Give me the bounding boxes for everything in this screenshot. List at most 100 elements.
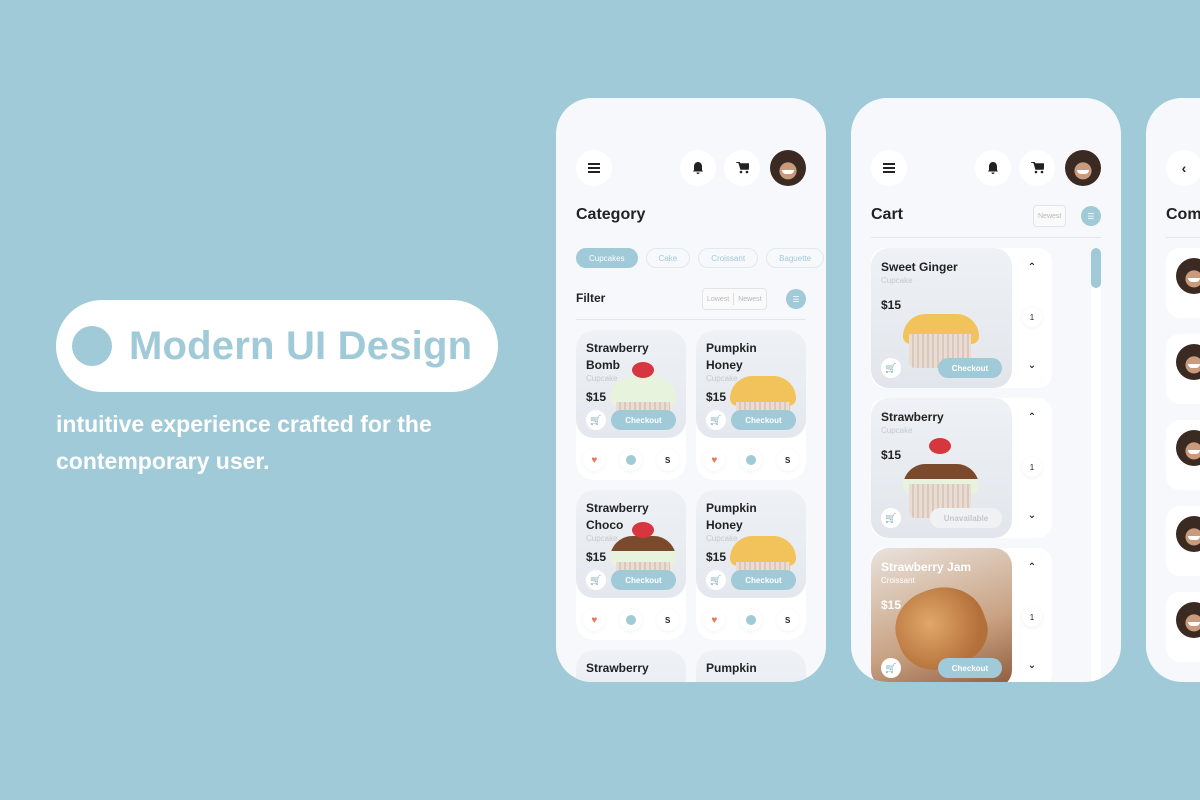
chip-baguette[interactable]: Baguette bbox=[766, 248, 825, 268]
unavailable-button[interactable]: Unavailable bbox=[930, 508, 1002, 528]
checkout-button[interactable]: Checkout bbox=[938, 658, 1002, 678]
chevron-down-icon[interactable]: ⌄ bbox=[1012, 660, 1052, 671]
product-name: Strawberry Choco bbox=[586, 501, 649, 532]
notifications-button[interactable] bbox=[975, 150, 1011, 186]
cart-icon: 🛒 bbox=[710, 574, 722, 585]
cart-item: Strawberry Jam Croissant $15 🛒 Checkout … bbox=[871, 548, 1052, 682]
size-option[interactable]: S bbox=[776, 449, 799, 471]
chevron-down-icon[interactable]: ⌄ bbox=[1012, 360, 1052, 371]
heart-icon: ♥ bbox=[711, 614, 718, 626]
cart-item-button[interactable]: 🛒 bbox=[881, 658, 901, 678]
color-dot-icon bbox=[625, 455, 636, 465]
cart-icon: 🛒 bbox=[885, 662, 897, 673]
phone-comments-screen: ‹ Com bbox=[1146, 98, 1200, 682]
sort-toggle: Lowest Newest bbox=[702, 288, 767, 310]
menu-button[interactable] bbox=[576, 150, 612, 186]
commenter-avatar bbox=[1176, 344, 1200, 380]
chip-croissant[interactable]: Croissant bbox=[698, 248, 759, 268]
favorite-button[interactable]: ♥ bbox=[703, 449, 726, 471]
comment-card bbox=[1166, 248, 1200, 318]
product-name: Strawberry bbox=[586, 661, 649, 675]
favorite-button[interactable]: ♥ bbox=[703, 609, 726, 631]
chevron-down-icon[interactable]: ⌄ bbox=[1012, 510, 1052, 521]
cart-icon: 🛒 bbox=[710, 414, 722, 425]
color-option[interactable] bbox=[619, 609, 642, 631]
user-avatar[interactable] bbox=[1065, 150, 1101, 186]
product-price: $15 bbox=[586, 550, 607, 564]
sort-newest[interactable]: Newest bbox=[1034, 213, 1065, 220]
chevron-up-icon[interactable]: ⌃ bbox=[1012, 262, 1052, 273]
product-card[interactable]: Pumpkin Honey Cupcake $15 🛒 Checkout ♥ S bbox=[696, 490, 806, 640]
commenter-avatar bbox=[1176, 602, 1200, 638]
sort-lowest[interactable]: Lowest bbox=[703, 296, 733, 303]
favorite-button[interactable]: ♥ bbox=[583, 609, 606, 631]
color-option[interactable] bbox=[619, 449, 642, 471]
product-name: Strawberry Bomb bbox=[586, 341, 649, 372]
item-category: Cupcake bbox=[881, 426, 913, 435]
scrollbar-thumb[interactable] bbox=[1091, 248, 1101, 288]
product-card[interactable]: Strawberry Bomb Cupcake $15 🛒 Checkout ♥… bbox=[576, 330, 686, 480]
menu-button[interactable] bbox=[871, 150, 907, 186]
quantity-stepper: ⌃ 1 ⌄ bbox=[1012, 398, 1052, 538]
size-option[interactable]: S bbox=[656, 449, 679, 471]
cart-icon: 🛒 bbox=[885, 512, 897, 523]
checkout-button[interactable]: Checkout bbox=[731, 570, 796, 590]
divider bbox=[1166, 237, 1200, 238]
cart-item: Strawberry Cupcake $15 🛒 Unavailable ⌃ 1… bbox=[871, 398, 1052, 538]
color-dot-icon bbox=[745, 615, 756, 625]
phone-cart-screen: Cart Newest ☰ Sweet Ginger Cupcake $15 🛒… bbox=[851, 98, 1121, 682]
color-dot-icon bbox=[745, 455, 756, 465]
divider bbox=[576, 319, 806, 320]
checkout-button[interactable]: Checkout bbox=[611, 570, 676, 590]
product-card[interactable]: Pumpkin Honey Cupcake $15 🛒 Checkout ♥ S bbox=[696, 330, 806, 480]
quantity-value: 1 bbox=[1022, 607, 1042, 627]
user-avatar[interactable] bbox=[770, 150, 806, 186]
product-card[interactable]: Strawberry bbox=[576, 650, 686, 682]
menu-icon bbox=[588, 163, 600, 173]
filter-button[interactable]: ☰ bbox=[1081, 206, 1101, 226]
filter-button[interactable]: ☰ bbox=[786, 289, 806, 309]
sort-toggle[interactable]: Newest bbox=[1033, 205, 1067, 227]
cart-button[interactable] bbox=[1019, 150, 1055, 186]
quantity-value: 1 bbox=[1022, 457, 1042, 477]
checkout-button[interactable]: Checkout bbox=[938, 358, 1002, 378]
sort-newest[interactable]: Newest bbox=[734, 296, 765, 303]
product-price: $15 bbox=[586, 390, 607, 404]
chevron-up-icon[interactable]: ⌃ bbox=[1012, 562, 1052, 573]
size-option[interactable]: S bbox=[656, 609, 679, 631]
item-price: $15 bbox=[881, 598, 902, 612]
scrollbar-track[interactable] bbox=[1091, 248, 1101, 682]
heart-icon: ♥ bbox=[591, 614, 598, 626]
product-category: Cupcake bbox=[586, 534, 618, 543]
size-option[interactable]: S bbox=[776, 609, 799, 631]
bell-icon bbox=[988, 162, 998, 174]
cart-icon bbox=[735, 162, 749, 174]
back-button[interactable]: ‹ bbox=[1166, 150, 1200, 186]
product-options: ♥ S bbox=[576, 608, 686, 632]
add-to-cart-button[interactable]: 🛒 bbox=[586, 570, 606, 590]
cart-item-button[interactable]: 🛒 bbox=[881, 508, 901, 528]
cart-icon bbox=[1030, 162, 1044, 174]
chip-cupcakes[interactable]: Cupcakes bbox=[576, 248, 638, 268]
add-to-cart-button[interactable]: 🛒 bbox=[706, 410, 726, 430]
chevron-up-icon[interactable]: ⌃ bbox=[1012, 412, 1052, 423]
color-option[interactable] bbox=[739, 609, 762, 631]
cart-icon: 🛒 bbox=[590, 414, 602, 425]
cart-item-button[interactable]: 🛒 bbox=[881, 358, 901, 378]
favorite-button[interactable]: ♥ bbox=[583, 449, 606, 471]
chip-cake[interactable]: Cake bbox=[645, 248, 691, 268]
cart-button[interactable] bbox=[724, 150, 760, 186]
add-to-cart-button[interactable]: 🛒 bbox=[586, 410, 606, 430]
notifications-button[interactable] bbox=[680, 150, 716, 186]
cart-icon: 🛒 bbox=[885, 362, 897, 373]
product-card[interactable]: Pumpkin bbox=[696, 650, 806, 682]
color-option[interactable] bbox=[739, 449, 762, 471]
product-card[interactable]: Strawberry Choco Cupcake $15 🛒 Checkout … bbox=[576, 490, 686, 640]
commenter-avatar bbox=[1176, 258, 1200, 294]
checkout-button[interactable]: Checkout bbox=[731, 410, 796, 430]
product-category: Cupcake bbox=[706, 374, 738, 383]
add-to-cart-button[interactable]: 🛒 bbox=[706, 570, 726, 590]
product-price: $15 bbox=[706, 550, 727, 564]
checkout-button[interactable]: Checkout bbox=[611, 410, 676, 430]
quantity-stepper: ⌃ 1 ⌄ bbox=[1012, 548, 1052, 682]
